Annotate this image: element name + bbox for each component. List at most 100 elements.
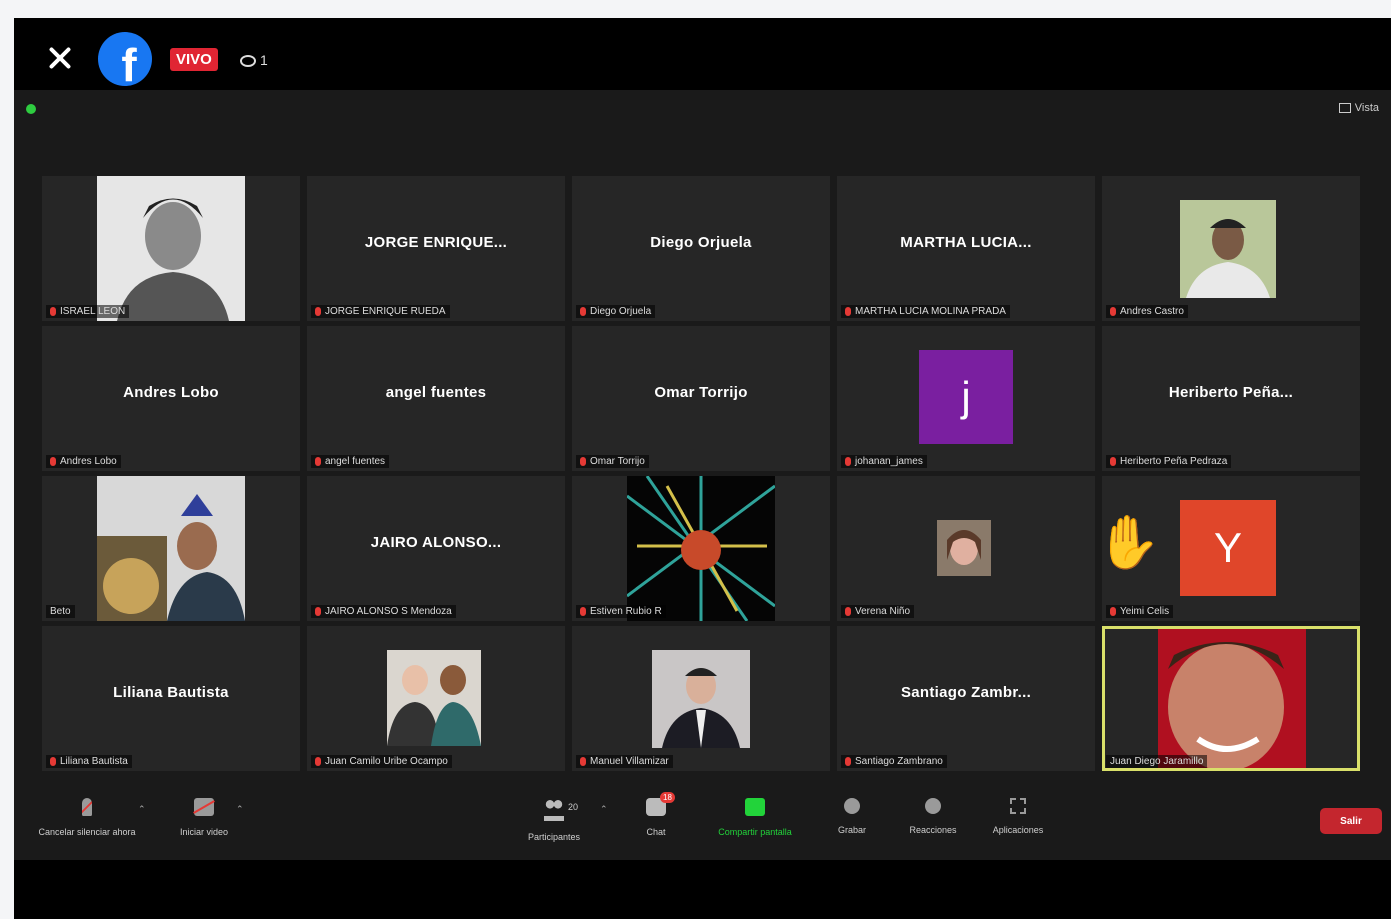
participant-name-label: Santiago Zambrano <box>841 755 947 768</box>
video-options-chevron-icon[interactable]: ⌃ <box>236 804 244 815</box>
participant-tile[interactable]: Manuel Villamizar <box>572 626 830 771</box>
participant-name-label: JORGE ENRIQUE RUEDA <box>311 305 450 318</box>
chat-icon: 18 <box>646 792 675 816</box>
view-button[interactable]: Vista <box>1338 102 1379 114</box>
microphone-muted-icon <box>82 798 92 816</box>
chat-button-label: Chat <box>646 827 666 837</box>
participant-tile[interactable]: Verena Niño <box>837 476 1095 621</box>
participant-tile[interactable]: Omar Torrijo Omar Torrijo <box>572 326 830 471</box>
participant-name: Omar Torrijo <box>590 456 645 467</box>
participant-display-name: JORGE ENRIQUE... <box>364 234 508 251</box>
participants-icon <box>544 798 564 821</box>
participant-name-label: Liliana Bautista <box>46 755 132 768</box>
participant-tile[interactable]: Diego Orjuela Diego Orjuela <box>572 176 830 321</box>
participant-display-name: MARTHA LUCIA... <box>900 234 1032 251</box>
mic-muted-icon <box>315 606 321 616</box>
participants-button[interactable]: Participantes <box>514 798 594 845</box>
facebook-logo-icon: f <box>98 32 152 86</box>
participant-name: JAIRO ALONSO S Mendoza <box>325 606 452 617</box>
mic-muted-icon <box>580 756 586 766</box>
participant-display-name: Santiago Zambr... <box>900 684 1032 701</box>
mic-muted-icon <box>315 756 321 766</box>
participants-button-label: Participantes <box>527 832 581 842</box>
participant-tile[interactable]: Andres Lobo Andres Lobo <box>42 326 300 471</box>
participant-name-label: angel fuentes <box>311 455 390 468</box>
participant-name-label: Estiven Rubio R <box>576 605 666 618</box>
participants-options-chevron-icon[interactable]: ⌃ <box>600 804 608 815</box>
leave-button[interactable]: Salir <box>1320 808 1382 834</box>
mic-muted-icon <box>845 456 851 466</box>
participant-display-name: Omar Torrijo <box>654 384 748 401</box>
participant-tile[interactable]: ISRAEL LEON <box>42 176 300 321</box>
chat-unread-badge: 18 <box>660 792 675 803</box>
participant-name-label: Diego Orjuela <box>576 305 656 318</box>
reactions-button[interactable]: Reacciones <box>900 798 966 838</box>
live-badge: VIVO <box>170 48 218 71</box>
mute-button-label: Cancelar silenciar ahora <box>38 827 136 837</box>
participant-name-label: Heriberto Peña Pedraza <box>1106 455 1232 468</box>
participant-name-label: Juan Camilo Uribe Ocampo <box>311 755 452 768</box>
participant-tile[interactable]: j johanan_james <box>837 326 1095 471</box>
apps-icon <box>1010 798 1026 814</box>
chat-button[interactable]: 18 Chat <box>634 792 678 840</box>
participant-tile[interactable]: Santiago Zambr... Santiago Zambrano <box>837 626 1095 771</box>
participant-name-label: ISRAEL LEON <box>46 305 130 318</box>
meeting-toolbar: Cancelar silenciar ahora ⌃ Iniciar video… <box>14 790 1391 860</box>
mic-muted-icon <box>1110 306 1116 316</box>
participant-name-label: Beto <box>46 605 75 618</box>
participant-name-label: Omar Torrijo <box>576 455 649 468</box>
participant-name-label: Manuel Villamizar <box>576 755 673 768</box>
participant-name-label: Yeimi Celis <box>1106 605 1174 618</box>
mic-muted-icon <box>50 756 56 766</box>
mic-muted-icon <box>845 306 851 316</box>
eye-icon <box>240 55 256 68</box>
mic-muted-icon <box>50 456 56 466</box>
participant-tile[interactable]: Heriberto Peña... Heriberto Peña Pedraza <box>1102 326 1360 471</box>
active-speaker-tile[interactable]: Juan Diego Jaramillo <box>1102 626 1360 771</box>
participant-name: Andres Lobo <box>60 456 117 467</box>
mute-options-chevron-icon[interactable]: ⌃ <box>138 804 146 815</box>
viewer-count-value: 1 <box>260 52 268 68</box>
participant-name: Juan Camilo Uribe Ocampo <box>325 756 448 767</box>
participant-name: Heriberto Peña Pedraza <box>1120 456 1228 467</box>
participant-name: Manuel Villamizar <box>590 756 669 767</box>
participant-tile[interactable]: JORGE ENRIQUE... JORGE ENRIQUE RUEDA <box>307 176 565 321</box>
close-icon[interactable] <box>46 44 74 72</box>
participant-name: Beto <box>50 606 71 617</box>
participant-tile[interactable]: MARTHA LUCIA... MARTHA LUCIA MOLINA PRAD… <box>837 176 1095 321</box>
participant-name-label: JAIRO ALONSO S Mendoza <box>311 605 456 618</box>
participant-tile[interactable]: Beto <box>42 476 300 621</box>
viewer-count: 1 <box>240 52 268 68</box>
participant-tile[interactable]: Andres Castro <box>1102 176 1360 321</box>
participant-photo <box>937 520 991 576</box>
participant-tile[interactable]: Estiven Rubio R <box>572 476 830 621</box>
record-button[interactable]: Grabar <box>828 798 876 838</box>
participant-name-label: Juan Diego Jaramillo <box>1106 755 1208 768</box>
participant-name-label: Andres Castro <box>1106 305 1188 318</box>
participant-name: Verena Niño <box>855 606 911 617</box>
participant-name-label: MARTHA LUCIA MOLINA PRADA <box>841 305 1010 318</box>
participant-photo <box>97 176 245 321</box>
participant-avatar: j <box>919 350 1013 444</box>
gallery-grid-icon <box>1338 103 1351 114</box>
mic-muted-icon <box>315 456 321 466</box>
mic-muted-icon <box>845 756 851 766</box>
participant-tile[interactable]: ✋ Y Yeimi Celis <box>1102 476 1360 621</box>
participant-tile[interactable]: Liliana Bautista Liliana Bautista <box>42 626 300 771</box>
participant-display-name: Liliana Bautista <box>113 684 229 701</box>
participant-tile[interactable]: JAIRO ALONSO... JAIRO ALONSO S Mendoza <box>307 476 565 621</box>
start-video-button[interactable]: Iniciar video <box>164 798 244 840</box>
mic-muted-icon <box>50 306 56 316</box>
security-shield-icon[interactable] <box>26 104 36 114</box>
mic-muted-icon <box>315 306 321 316</box>
participant-name: JORGE ENRIQUE RUEDA <box>325 306 446 317</box>
share-screen-button[interactable]: Compartir pantalla <box>700 798 810 840</box>
apps-button[interactable]: Aplicaciones <box>980 798 1056 838</box>
participant-tile[interactable]: Juan Camilo Uribe Ocampo <box>307 626 565 771</box>
participant-tile[interactable]: angel fuentes angel fuentes <box>307 326 565 471</box>
mic-muted-icon <box>1110 456 1116 466</box>
participant-name: Santiago Zambrano <box>855 756 943 767</box>
mute-button[interactable]: Cancelar silenciar ahora <box>22 798 152 840</box>
video-frame: f VIVO 1 Vista ISRAEL LEON JORGE ENRIQUE <box>14 18 1391 919</box>
participant-display-name: Andres Lobo <box>123 384 219 401</box>
